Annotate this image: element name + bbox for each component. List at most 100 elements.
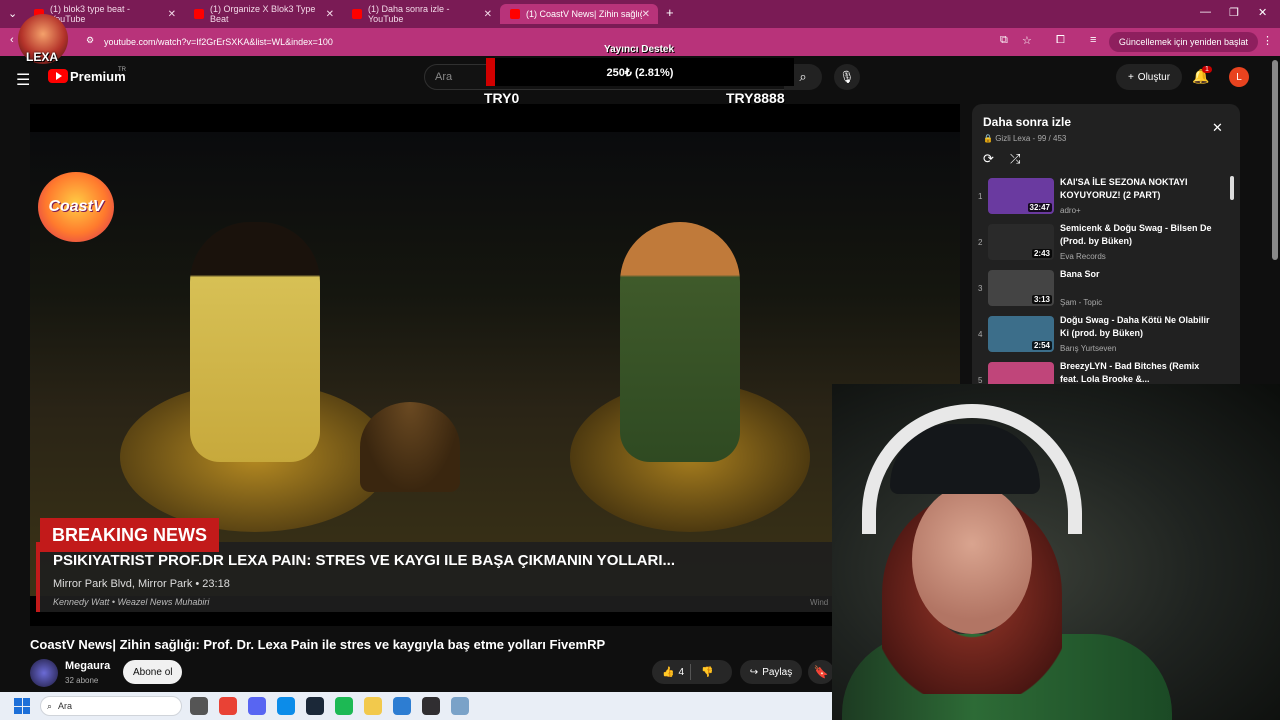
tab-close-icon[interactable]: ✕ xyxy=(484,9,492,20)
playlist-item-title[interactable]: Bana Sor xyxy=(1060,268,1220,281)
country-code: TR xyxy=(118,67,126,73)
playlist-item-index: 4 xyxy=(978,330,983,339)
chrome-icon[interactable] xyxy=(219,697,237,715)
photos-icon[interactable] xyxy=(393,697,411,715)
playlist-item-thumbnail[interactable] xyxy=(988,362,1054,386)
media-control-icon[interactable]: ≡ xyxy=(1090,34,1096,46)
playlist-item[interactable]: 5 BreezyLYN - Bad Bitches (Remix feat. Lo… xyxy=(972,360,1232,386)
subscriber-count: 32 abone xyxy=(65,676,99,685)
minimize-icon[interactable]: — xyxy=(1200,6,1211,18)
loop-icon[interactable]: ⟳ xyxy=(983,151,994,167)
tab-coastv-news[interactable]: (1) CoastV News| Zihin sağlığı ✕ xyxy=(500,4,658,24)
account-avatar[interactable]: L xyxy=(1229,67,1249,87)
settings-icon[interactable] xyxy=(451,697,469,715)
donation-amount: 250₺ (2.81%) xyxy=(606,66,674,79)
restore-icon[interactable]: ❐ xyxy=(1229,6,1239,19)
file-icon[interactable] xyxy=(190,697,208,715)
donation-title: Yayıncı Destek xyxy=(604,44,675,55)
search-icon: ⌕ xyxy=(47,700,53,711)
playlist-item[interactable]: 4 2:54 Doğu Swag - Daha Kötü Ne Olabilir K… xyxy=(972,314,1232,358)
playlist-item-channel[interactable]: Eva Records xyxy=(1060,252,1106,261)
close-icon[interactable]: ✕ xyxy=(1212,120,1223,136)
folder-icon[interactable] xyxy=(364,697,382,715)
create-label: Oluştur xyxy=(1137,71,1171,83)
tab-label: (1) CoastV News| Zihin sağlığı xyxy=(526,9,642,19)
news-headline: PSIKIYATRIST PROF.DR LEXA PAIN: STRES VE… xyxy=(53,552,676,569)
url-text: youtube.com/watch?v=If2GrErSXKA&list=WL&… xyxy=(104,37,333,47)
new-tab-icon[interactable]: + xyxy=(666,5,674,20)
playlist-item[interactable]: 2 2:43 Semicenk & Doğu Swag - Bilsen De (P… xyxy=(972,222,1232,266)
tab-watch-later[interactable]: (1) Daha sonra izle - YouTube ✕ xyxy=(342,4,500,24)
steam-icon[interactable] xyxy=(306,697,324,715)
playlist-item-channel[interactable]: Barış Yurtseven xyxy=(1060,344,1116,353)
windows-start-icon[interactable] xyxy=(14,698,30,714)
youtube-logo-icon[interactable] xyxy=(48,69,68,83)
close-window-icon[interactable]: ✕ xyxy=(1258,6,1267,19)
playlist-item-title[interactable]: KAI'SA İLE SEZONA NOKTAYI KOYUYORUZ! (2 … xyxy=(1060,176,1220,202)
shuffle-icon[interactable]: ⤮ xyxy=(1010,151,1020,167)
playlist-item[interactable]: 3 3:13 Bana Sor Şam - Topic xyxy=(972,268,1232,312)
channel-avatar[interactable] xyxy=(30,659,58,687)
subscribe-button[interactable]: Abone ol xyxy=(123,660,183,684)
tab-close-icon[interactable]: ✕ xyxy=(642,9,650,20)
url-field[interactable]: youtube.com/watch?v=If2GrErSXKA&list=WL&… xyxy=(104,32,1004,52)
playlist-item-thumbnail[interactable]: 3:13 xyxy=(988,270,1054,306)
install-icon[interactable]: ⧉ xyxy=(1000,34,1008,47)
playlist-item-channel[interactable]: adro+ xyxy=(1060,206,1081,215)
playlist-meta: 🔒 Gizli Lexa - 99 / 453 xyxy=(983,134,1066,143)
playlist-item-duration: 3:13 xyxy=(1031,295,1052,304)
breaking-news-tag: BREAKING NEWS xyxy=(40,518,220,552)
share-label: Paylaş xyxy=(762,666,793,678)
thumbs-up-icon: 👍 xyxy=(662,666,675,678)
playlist-title[interactable]: Daha sonra izle xyxy=(983,115,1071,129)
voice-search-button[interactable]: 🎙 xyxy=(834,64,860,90)
reporter-character xyxy=(620,222,740,462)
tab-menu-icon[interactable]: ⌄ xyxy=(8,7,17,20)
tab-close-icon[interactable]: ✕ xyxy=(168,9,176,20)
tab-label: (1) Organize X Blok3 Type Beat xyxy=(210,4,316,24)
video-title: CoastV News| Zihin sağlığı: Prof. Dr. Le… xyxy=(30,637,606,652)
spotify-icon[interactable] xyxy=(335,697,353,715)
playlist-item-thumbnail[interactable]: 2:54 xyxy=(988,316,1054,352)
save-button[interactable]: 🔖 xyxy=(808,660,834,684)
create-button[interactable]: + Oluştur xyxy=(1116,64,1182,90)
tab-organize[interactable]: (1) Organize X Blok3 Type Beat ✕ xyxy=(184,4,342,24)
video-player[interactable]: CoastV PSIKIYATRIST PROF.DR LEXA PAIN: S… xyxy=(30,104,960,626)
news-lower-third: PSIKIYATRIST PROF.DR LEXA PAIN: STRES VE… xyxy=(36,542,936,612)
tab-label: (1) Daha sonra izle - YouTube xyxy=(368,4,450,24)
playlist-item-title[interactable]: BreezyLYN - Bad Bitches (Remix feat. Lol… xyxy=(1060,360,1220,386)
update-restart-button[interactable]: Güncellemek için yeniden başlat xyxy=(1108,32,1258,52)
obs-icon[interactable] xyxy=(422,697,440,715)
discord-icon[interactable] xyxy=(248,697,266,715)
tab-close-icon[interactable]: ✕ xyxy=(326,9,334,20)
playlist-item[interactable]: 1 32:47 KAI'SA İLE SEZONA NOKTAYI KOYUYORU… xyxy=(972,176,1232,220)
playlist-item-channel[interactable]: Şam - Topic xyxy=(1060,298,1102,307)
extensions-icon[interactable]: ⧠ xyxy=(1056,34,1065,47)
browser-menu-icon[interactable]: ⋮ xyxy=(1262,34,1273,47)
lock-icon: 🔒 xyxy=(983,134,993,143)
page-scrollbar[interactable] xyxy=(1272,60,1278,260)
playlist-scrollbar[interactable] xyxy=(1230,176,1234,200)
playlist-item-thumbnail[interactable]: 2:43 xyxy=(988,224,1054,260)
taskbar-search[interactable]: ⌕ Ara xyxy=(40,696,182,716)
hamburger-menu-icon[interactable]: ☰ xyxy=(16,70,30,90)
browser-tab-bar: ⌄ (1) blok3 type beat - YouTube ✕ (1) Or… xyxy=(0,0,1280,28)
playlist-item-duration: 32:47 xyxy=(1027,203,1052,212)
like-dislike-group: 👍 4 👎 xyxy=(652,660,732,684)
playlist-item-title[interactable]: Doğu Swag - Daha Kötü Ne Olabilir Ki (pr… xyxy=(1060,314,1220,340)
share-icon: ↪ xyxy=(749,666,759,678)
side-table xyxy=(360,402,460,492)
search-icon: ⌕ xyxy=(799,69,807,84)
site-info-icon[interactable]: ⚙ xyxy=(86,35,94,46)
channel-name[interactable]: Megaura xyxy=(65,660,110,672)
dislike-button[interactable]: 👎 xyxy=(691,667,723,678)
playlist-item-thumbnail[interactable]: 32:47 xyxy=(988,178,1054,214)
webcam-overlay xyxy=(832,384,1280,720)
edge-icon[interactable] xyxy=(277,697,295,715)
watch-later-playlist: Daha sonra izle 🔒 Gizli Lexa - 99 / 453 … xyxy=(972,104,1240,386)
bookmark-star-icon[interactable]: ☆ xyxy=(1022,34,1032,47)
like-button[interactable]: 👍 4 xyxy=(652,667,690,678)
share-button[interactable]: ↪ Paylaş xyxy=(740,660,802,684)
back-icon[interactable]: ‹ xyxy=(10,34,14,46)
playlist-item-title[interactable]: Semicenk & Doğu Swag - Bilsen De (Prod. … xyxy=(1060,222,1220,248)
